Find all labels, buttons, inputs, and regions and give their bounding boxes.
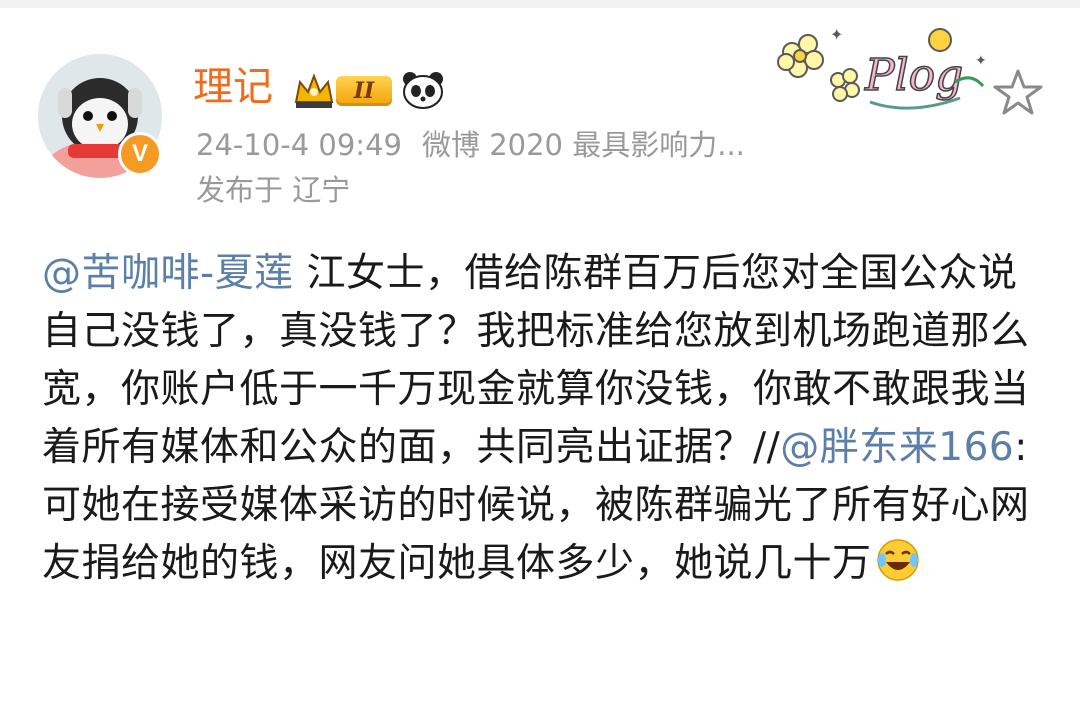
post-location: 发布于 辽宁 xyxy=(196,173,351,207)
star-icon[interactable] xyxy=(992,68,1044,116)
post-source: 微博 2020 最具影响力... xyxy=(421,128,745,162)
sticker-text: Plog xyxy=(864,50,963,101)
post-body: @苦咖啡-夏莲 江女士，借给陈群百万后您对全国公众说自己没钱了，真没钱了？我把标… xyxy=(42,245,1052,593)
plog-sticker: Plog ✦ ✦ xyxy=(777,25,987,110)
crown-badge-icon xyxy=(294,73,334,108)
username[interactable]: 理记 xyxy=(193,62,273,112)
laugh-cry-emoji-icon xyxy=(876,539,919,581)
mention-link[interactable]: @胖东来166 xyxy=(780,425,1014,470)
mention-link[interactable]: @苦咖啡-夏莲 xyxy=(42,251,294,296)
svg-text:✦: ✦ xyxy=(975,53,987,69)
timestamp: 24-10-4 09:49 xyxy=(196,128,402,162)
post-meta: 24-10-4 09:49 微博 2020 最具影响力... xyxy=(196,125,765,165)
svg-text:✦: ✦ xyxy=(830,25,843,44)
verified-badge-icon: V xyxy=(118,132,162,176)
level-badge: II xyxy=(336,76,392,106)
top-divider xyxy=(0,0,1080,8)
panda-icon xyxy=(403,72,443,109)
